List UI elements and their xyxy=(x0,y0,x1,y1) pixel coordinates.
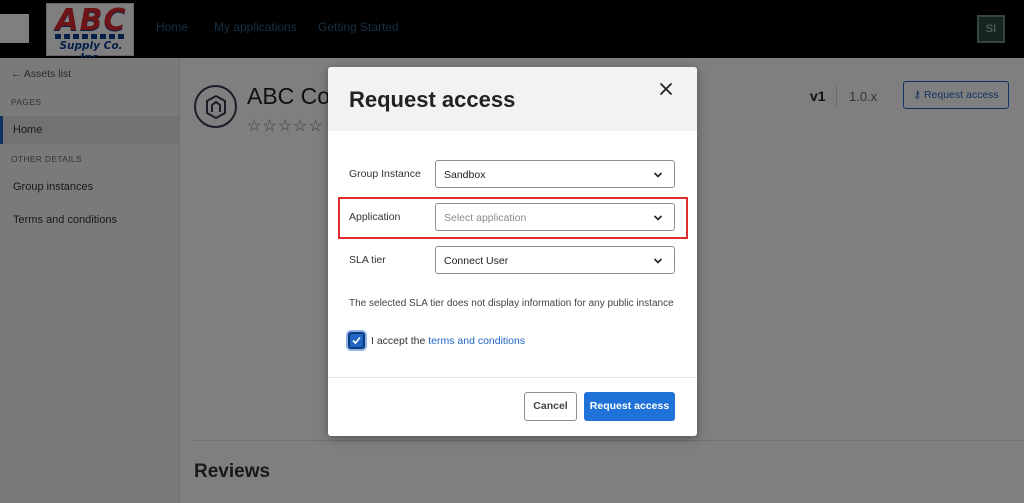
dialog-header: Request access xyxy=(328,67,697,131)
group-instance-select[interactable]: Sandbox xyxy=(435,160,675,188)
accept-terms-prefix: I accept the xyxy=(371,335,426,347)
dialog-footer-divider xyxy=(328,377,697,378)
request-access-submit-button[interactable]: Request access xyxy=(584,392,675,421)
sla-tier-value: Connect User xyxy=(444,255,509,267)
chevron-down-icon xyxy=(653,258,663,264)
chevron-down-icon xyxy=(653,215,663,221)
sla-tier-label: SLA tier xyxy=(349,254,386,266)
cancel-button[interactable]: Cancel xyxy=(524,392,577,421)
sla-tier-select[interactable]: Connect User xyxy=(435,246,675,274)
close-icon xyxy=(660,83,672,95)
group-instance-value: Sandbox xyxy=(444,169,486,181)
dialog-title: Request access xyxy=(349,87,516,112)
close-dialog-button[interactable] xyxy=(656,79,676,99)
request-access-dialog: Request access Group Instance Sandbox Ap… xyxy=(328,67,697,436)
sla-info-message: The selected SLA tier does not display i… xyxy=(349,298,674,309)
chevron-down-icon xyxy=(653,172,663,178)
application-select[interactable]: Select application xyxy=(435,203,675,231)
checkmark-icon xyxy=(352,336,361,345)
terms-and-conditions-link[interactable]: terms and conditions xyxy=(428,335,525,347)
group-instance-label: Group Instance xyxy=(349,168,421,180)
accept-terms-checkbox[interactable] xyxy=(348,332,365,349)
application-label: Application xyxy=(349,211,401,223)
accept-terms-text: I accept the terms and conditions xyxy=(371,335,525,347)
application-placeholder: Select application xyxy=(444,212,527,224)
